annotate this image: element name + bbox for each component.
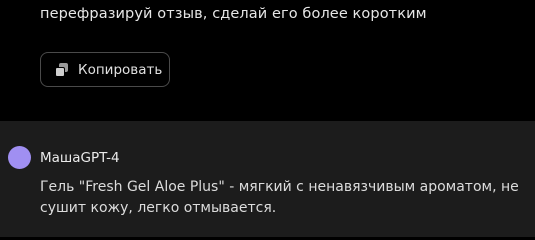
user-message-text: перефразируй отзыв, сделай его более кор… (40, 6, 427, 22)
bot-message-text: Гель "Fresh Gel Aloe Plus" - мягкий с не… (40, 179, 519, 216)
copy-button[interactable]: Копировать (40, 52, 170, 87)
chat-page: перефразируй отзыв, сделай его более кор… (0, 0, 535, 237)
copy-button-label: Копировать (78, 61, 163, 78)
copy-icon (55, 62, 69, 77)
avatar (8, 146, 31, 169)
user-message: перефразируй отзыв, сделай его более кор… (0, 0, 535, 121)
bot-name: МашаGPT-4 (40, 150, 120, 166)
bot-message: МашаGPT-4 Гель "Fresh Gel Aloe Plus" - м… (0, 121, 535, 237)
